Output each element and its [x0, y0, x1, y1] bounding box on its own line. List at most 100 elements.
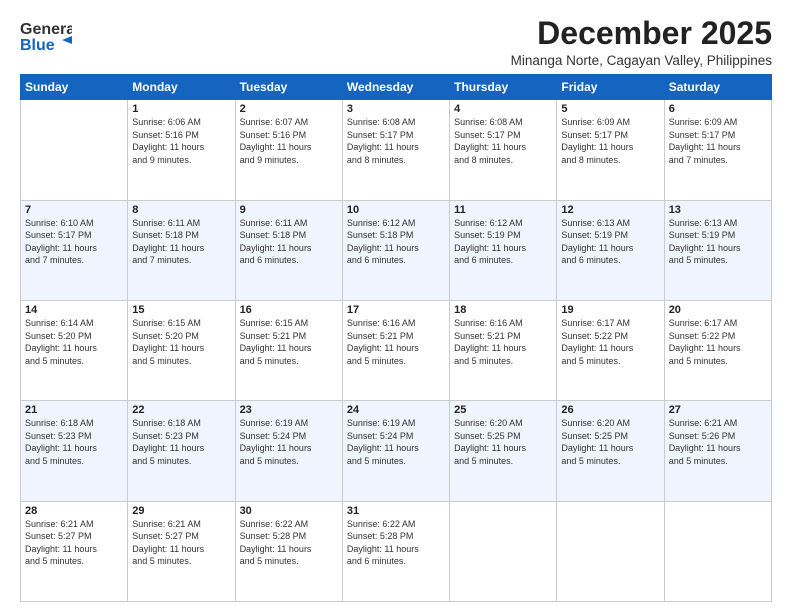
day-number: 2 — [240, 103, 338, 115]
calendar-cell: 15Sunrise: 6:15 AMSunset: 5:20 PMDayligh… — [128, 300, 235, 400]
calendar-cell: 19Sunrise: 6:17 AMSunset: 5:22 PMDayligh… — [557, 300, 664, 400]
calendar-cell: 21Sunrise: 6:18 AMSunset: 5:23 PMDayligh… — [21, 401, 128, 501]
day-info: Sunrise: 6:20 AMSunset: 5:25 PMDaylight:… — [561, 417, 659, 467]
calendar-cell: 11Sunrise: 6:12 AMSunset: 5:19 PMDayligh… — [450, 200, 557, 300]
subtitle: Minanga Norte, Cagayan Valley, Philippin… — [511, 53, 772, 68]
calendar-cell: 20Sunrise: 6:17 AMSunset: 5:22 PMDayligh… — [664, 300, 771, 400]
calendar-cell: 1Sunrise: 6:06 AMSunset: 5:16 PMDaylight… — [128, 100, 235, 200]
svg-text:Blue: Blue — [20, 37, 55, 54]
calendar-cell: 10Sunrise: 6:12 AMSunset: 5:18 PMDayligh… — [342, 200, 449, 300]
calendar-cell: 12Sunrise: 6:13 AMSunset: 5:19 PMDayligh… — [557, 200, 664, 300]
day-number: 25 — [454, 404, 552, 416]
calendar-cell — [664, 501, 771, 601]
day-info: Sunrise: 6:08 AMSunset: 5:17 PMDaylight:… — [454, 116, 552, 166]
calendar-cell: 8Sunrise: 6:11 AMSunset: 5:18 PMDaylight… — [128, 200, 235, 300]
day-number: 26 — [561, 404, 659, 416]
day-info: Sunrise: 6:16 AMSunset: 5:21 PMDaylight:… — [454, 317, 552, 367]
col-header-monday: Monday — [128, 75, 235, 100]
col-header-sunday: Sunday — [21, 75, 128, 100]
logo: General Blue — [20, 16, 72, 56]
day-info: Sunrise: 6:15 AMSunset: 5:20 PMDaylight:… — [132, 317, 230, 367]
day-number: 16 — [240, 304, 338, 316]
calendar-week-row: 21Sunrise: 6:18 AMSunset: 5:23 PMDayligh… — [21, 401, 772, 501]
day-info: Sunrise: 6:13 AMSunset: 5:19 PMDaylight:… — [561, 217, 659, 267]
day-info: Sunrise: 6:18 AMSunset: 5:23 PMDaylight:… — [132, 417, 230, 467]
day-number: 19 — [561, 304, 659, 316]
calendar-cell: 14Sunrise: 6:14 AMSunset: 5:20 PMDayligh… — [21, 300, 128, 400]
day-number: 9 — [240, 204, 338, 216]
day-info: Sunrise: 6:19 AMSunset: 5:24 PMDaylight:… — [347, 417, 445, 467]
calendar-cell: 16Sunrise: 6:15 AMSunset: 5:21 PMDayligh… — [235, 300, 342, 400]
day-info: Sunrise: 6:14 AMSunset: 5:20 PMDaylight:… — [25, 317, 123, 367]
day-number: 14 — [25, 304, 123, 316]
day-info: Sunrise: 6:12 AMSunset: 5:18 PMDaylight:… — [347, 217, 445, 267]
day-number: 15 — [132, 304, 230, 316]
day-number: 17 — [347, 304, 445, 316]
day-info: Sunrise: 6:09 AMSunset: 5:17 PMDaylight:… — [669, 116, 767, 166]
day-number: 28 — [25, 505, 123, 517]
day-info: Sunrise: 6:21 AMSunset: 5:27 PMDaylight:… — [132, 518, 230, 568]
calendar-cell: 25Sunrise: 6:20 AMSunset: 5:25 PMDayligh… — [450, 401, 557, 501]
day-number: 20 — [669, 304, 767, 316]
day-info: Sunrise: 6:07 AMSunset: 5:16 PMDaylight:… — [240, 116, 338, 166]
day-info: Sunrise: 6:22 AMSunset: 5:28 PMDaylight:… — [347, 518, 445, 568]
calendar-cell: 3Sunrise: 6:08 AMSunset: 5:17 PMDaylight… — [342, 100, 449, 200]
day-info: Sunrise: 6:13 AMSunset: 5:19 PMDaylight:… — [669, 217, 767, 267]
day-number: 3 — [347, 103, 445, 115]
day-info: Sunrise: 6:10 AMSunset: 5:17 PMDaylight:… — [25, 217, 123, 267]
day-info: Sunrise: 6:17 AMSunset: 5:22 PMDaylight:… — [561, 317, 659, 367]
day-number: 22 — [132, 404, 230, 416]
calendar-header-row: SundayMondayTuesdayWednesdayThursdayFrid… — [21, 75, 772, 100]
day-number: 13 — [669, 204, 767, 216]
calendar-cell: 9Sunrise: 6:11 AMSunset: 5:18 PMDaylight… — [235, 200, 342, 300]
day-info: Sunrise: 6:21 AMSunset: 5:27 PMDaylight:… — [25, 518, 123, 568]
calendar-cell: 31Sunrise: 6:22 AMSunset: 5:28 PMDayligh… — [342, 501, 449, 601]
day-number: 23 — [240, 404, 338, 416]
calendar-cell: 23Sunrise: 6:19 AMSunset: 5:24 PMDayligh… — [235, 401, 342, 501]
day-info: Sunrise: 6:06 AMSunset: 5:16 PMDaylight:… — [132, 116, 230, 166]
calendar-cell: 29Sunrise: 6:21 AMSunset: 5:27 PMDayligh… — [128, 501, 235, 601]
day-info: Sunrise: 6:22 AMSunset: 5:28 PMDaylight:… — [240, 518, 338, 568]
calendar-cell: 18Sunrise: 6:16 AMSunset: 5:21 PMDayligh… — [450, 300, 557, 400]
calendar-cell: 17Sunrise: 6:16 AMSunset: 5:21 PMDayligh… — [342, 300, 449, 400]
day-number: 30 — [240, 505, 338, 517]
calendar-table: SundayMondayTuesdayWednesdayThursdayFrid… — [20, 74, 772, 602]
day-number: 7 — [25, 204, 123, 216]
calendar-cell: 30Sunrise: 6:22 AMSunset: 5:28 PMDayligh… — [235, 501, 342, 601]
day-number: 18 — [454, 304, 552, 316]
calendar-cell: 4Sunrise: 6:08 AMSunset: 5:17 PMDaylight… — [450, 100, 557, 200]
day-number: 31 — [347, 505, 445, 517]
calendar-cell: 2Sunrise: 6:07 AMSunset: 5:16 PMDaylight… — [235, 100, 342, 200]
month-title: December 2025 — [511, 16, 772, 51]
day-info: Sunrise: 6:12 AMSunset: 5:19 PMDaylight:… — [454, 217, 552, 267]
day-number: 27 — [669, 404, 767, 416]
calendar-cell: 22Sunrise: 6:18 AMSunset: 5:23 PMDayligh… — [128, 401, 235, 501]
calendar-week-row: 1Sunrise: 6:06 AMSunset: 5:16 PMDaylight… — [21, 100, 772, 200]
day-number: 6 — [669, 103, 767, 115]
day-number: 11 — [454, 204, 552, 216]
col-header-wednesday: Wednesday — [342, 75, 449, 100]
day-info: Sunrise: 6:19 AMSunset: 5:24 PMDaylight:… — [240, 417, 338, 467]
calendar-week-row: 28Sunrise: 6:21 AMSunset: 5:27 PMDayligh… — [21, 501, 772, 601]
day-info: Sunrise: 6:16 AMSunset: 5:21 PMDaylight:… — [347, 317, 445, 367]
day-info: Sunrise: 6:11 AMSunset: 5:18 PMDaylight:… — [240, 217, 338, 267]
day-number: 21 — [25, 404, 123, 416]
day-number: 10 — [347, 204, 445, 216]
day-number: 1 — [132, 103, 230, 115]
calendar-week-row: 14Sunrise: 6:14 AMSunset: 5:20 PMDayligh… — [21, 300, 772, 400]
calendar-cell: 26Sunrise: 6:20 AMSunset: 5:25 PMDayligh… — [557, 401, 664, 501]
day-info: Sunrise: 6:15 AMSunset: 5:21 PMDaylight:… — [240, 317, 338, 367]
col-header-saturday: Saturday — [664, 75, 771, 100]
day-info: Sunrise: 6:17 AMSunset: 5:22 PMDaylight:… — [669, 317, 767, 367]
day-info: Sunrise: 6:09 AMSunset: 5:17 PMDaylight:… — [561, 116, 659, 166]
calendar-cell: 13Sunrise: 6:13 AMSunset: 5:19 PMDayligh… — [664, 200, 771, 300]
col-header-tuesday: Tuesday — [235, 75, 342, 100]
day-number: 29 — [132, 505, 230, 517]
calendar-cell — [450, 501, 557, 601]
day-number: 8 — [132, 204, 230, 216]
calendar-cell: 5Sunrise: 6:09 AMSunset: 5:17 PMDaylight… — [557, 100, 664, 200]
page: General Blue December 2025 Minanga Norte… — [0, 0, 792, 612]
day-info: Sunrise: 6:08 AMSunset: 5:17 PMDaylight:… — [347, 116, 445, 166]
col-header-friday: Friday — [557, 75, 664, 100]
day-info: Sunrise: 6:18 AMSunset: 5:23 PMDaylight:… — [25, 417, 123, 467]
